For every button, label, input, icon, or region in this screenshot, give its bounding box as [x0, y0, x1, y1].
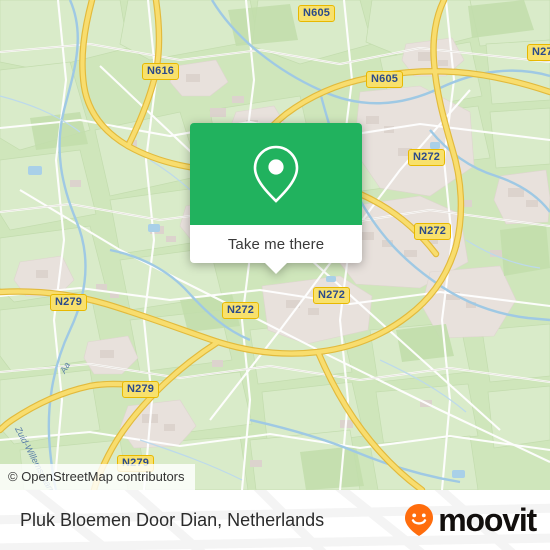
callout-pin-panel	[190, 123, 362, 225]
map-pin-icon	[253, 145, 299, 203]
moovit-brand[interactable]: moovit	[404, 490, 537, 550]
osm-attribution[interactable]: © OpenStreetMap contributors	[0, 464, 195, 490]
road-shield-n605-3: N605	[366, 71, 404, 88]
moovit-map-screenshot: N605 N272 N616 N605 N272 N272 N272 N272 N279 N279…	[0, 0, 550, 550]
road-shield-n616-2: N616	[142, 63, 180, 80]
page-title: Pluk Bloemen Door Dian, Netherlands	[20, 510, 325, 530]
moovit-pin-icon	[405, 504, 434, 536]
road-shield-n272-5: N272	[414, 223, 452, 240]
road-shield-n272-1: N272	[527, 44, 550, 61]
road-shield-n272-6: N272	[313, 287, 351, 304]
road-shield-n279-8: N279	[50, 294, 88, 311]
footer-bar: Pluk Bloemen Door Dian, Netherlands moov…	[0, 490, 550, 550]
road-shield-n272-7: N272	[222, 302, 260, 319]
take-me-there-label: Take me there	[227, 235, 325, 253]
map-canvas[interactable]: N605 N272 N616 N605 N272 N272 N272 N272 N279 N279…	[0, 0, 550, 490]
take-me-there-button[interactable]: Take me there	[190, 225, 362, 274]
road-shield-n279-9: N279	[122, 381, 160, 398]
location-callout[interactable]: Take me there	[190, 123, 362, 274]
callout-tail	[264, 262, 288, 274]
moovit-wordmark: moovit	[438, 502, 537, 538]
road-shield-n605-0: N605	[298, 5, 336, 22]
road-shield-n272-4: N272	[408, 149, 446, 166]
